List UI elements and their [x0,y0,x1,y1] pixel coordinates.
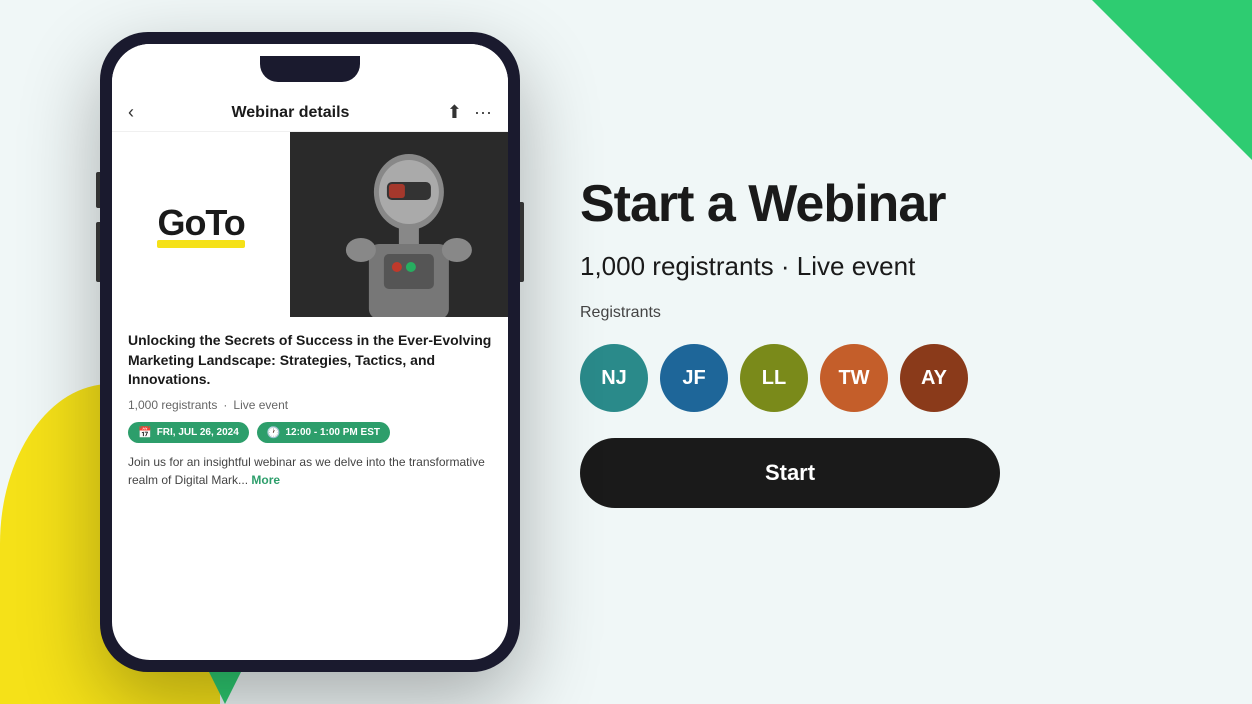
webinar-title: Unlocking the Secrets of Success in the … [128,331,492,390]
phone-notch [260,56,360,82]
webinar-description-text: Join us for an insightful webinar as we … [128,455,485,487]
upload-icon[interactable]: ⬆ [447,102,462,123]
page-headline: Start a Webinar [580,176,1192,233]
phone-screen: ‹ Webinar details ⬆ ··· GoTo [112,44,508,660]
avatar-ay-initials: AY [921,367,947,390]
avatar-ay: AY [900,344,968,412]
webinar-description: Join us for an insightful webinar as we … [128,453,492,489]
more-options-icon[interactable]: ··· [474,102,492,123]
date-badge-text: FRI, JUL 26, 2024 [157,427,239,438]
back-icon[interactable]: ‹ [128,102,134,123]
more-link[interactable]: More [251,473,280,487]
event-type-meta: Live event [233,398,288,412]
nav-bar: ‹ Webinar details ⬆ ··· [112,94,508,132]
avatar-jf-initials: JF [682,367,705,390]
robot-svg [290,132,508,317]
nav-title: Webinar details [231,104,349,122]
webinar-meta: 1,000 registrants · Live event [128,398,492,412]
avatar-nj: NJ [580,344,648,412]
hero-image-section: GoTo [112,132,508,317]
avatar-nj-initials: NJ [601,367,627,390]
phone-side-button-2 [96,222,100,282]
start-webinar-button[interactable]: Start [580,438,1000,508]
phone-side-button [96,172,100,208]
avatar-jf: JF [660,344,728,412]
calendar-icon: 📅 [138,426,152,439]
avatar-ll: LL [740,344,808,412]
phone-right-button [520,202,524,282]
nav-icons: ⬆ ··· [447,102,492,123]
avatar-tw-initials: TW [838,367,869,390]
webinar-info: Unlocking the Secrets of Success in the … [112,317,508,499]
registrants-meta-count: 1,000 registrants [128,398,217,412]
avatar-ll-initials: LL [762,367,786,390]
registrants-label: Registrants [580,304,1192,322]
goto-logo-text: GoTo [157,202,244,244]
avatar-tw: TW [820,344,888,412]
page-subheadline: 1,000 registrants · Live event [580,251,1192,282]
main-container: ‹ Webinar details ⬆ ··· GoTo [0,0,1252,704]
time-badge-text: 12:00 - 1:00 PM EST [286,427,380,438]
date-badge: 📅 FRI, JUL 26, 2024 [128,422,249,443]
dot-separator: · [223,398,227,412]
logo-side: GoTo [112,132,290,317]
webinar-badges: 📅 FRI, JUL 26, 2024 🕐 12:00 - 1:00 PM ES… [128,422,492,443]
robot-image-side [290,132,508,317]
right-panel: Start a Webinar 1,000 registrants · Live… [580,176,1192,528]
phone-mockup: ‹ Webinar details ⬆ ··· GoTo [100,32,520,672]
time-badge: 🕐 12:00 - 1:00 PM EST [257,422,390,443]
avatars-row: NJ JF LL TW AY [580,344,1192,412]
clock-icon: 🕐 [267,426,281,439]
goto-logo-container: GoTo [157,202,244,248]
